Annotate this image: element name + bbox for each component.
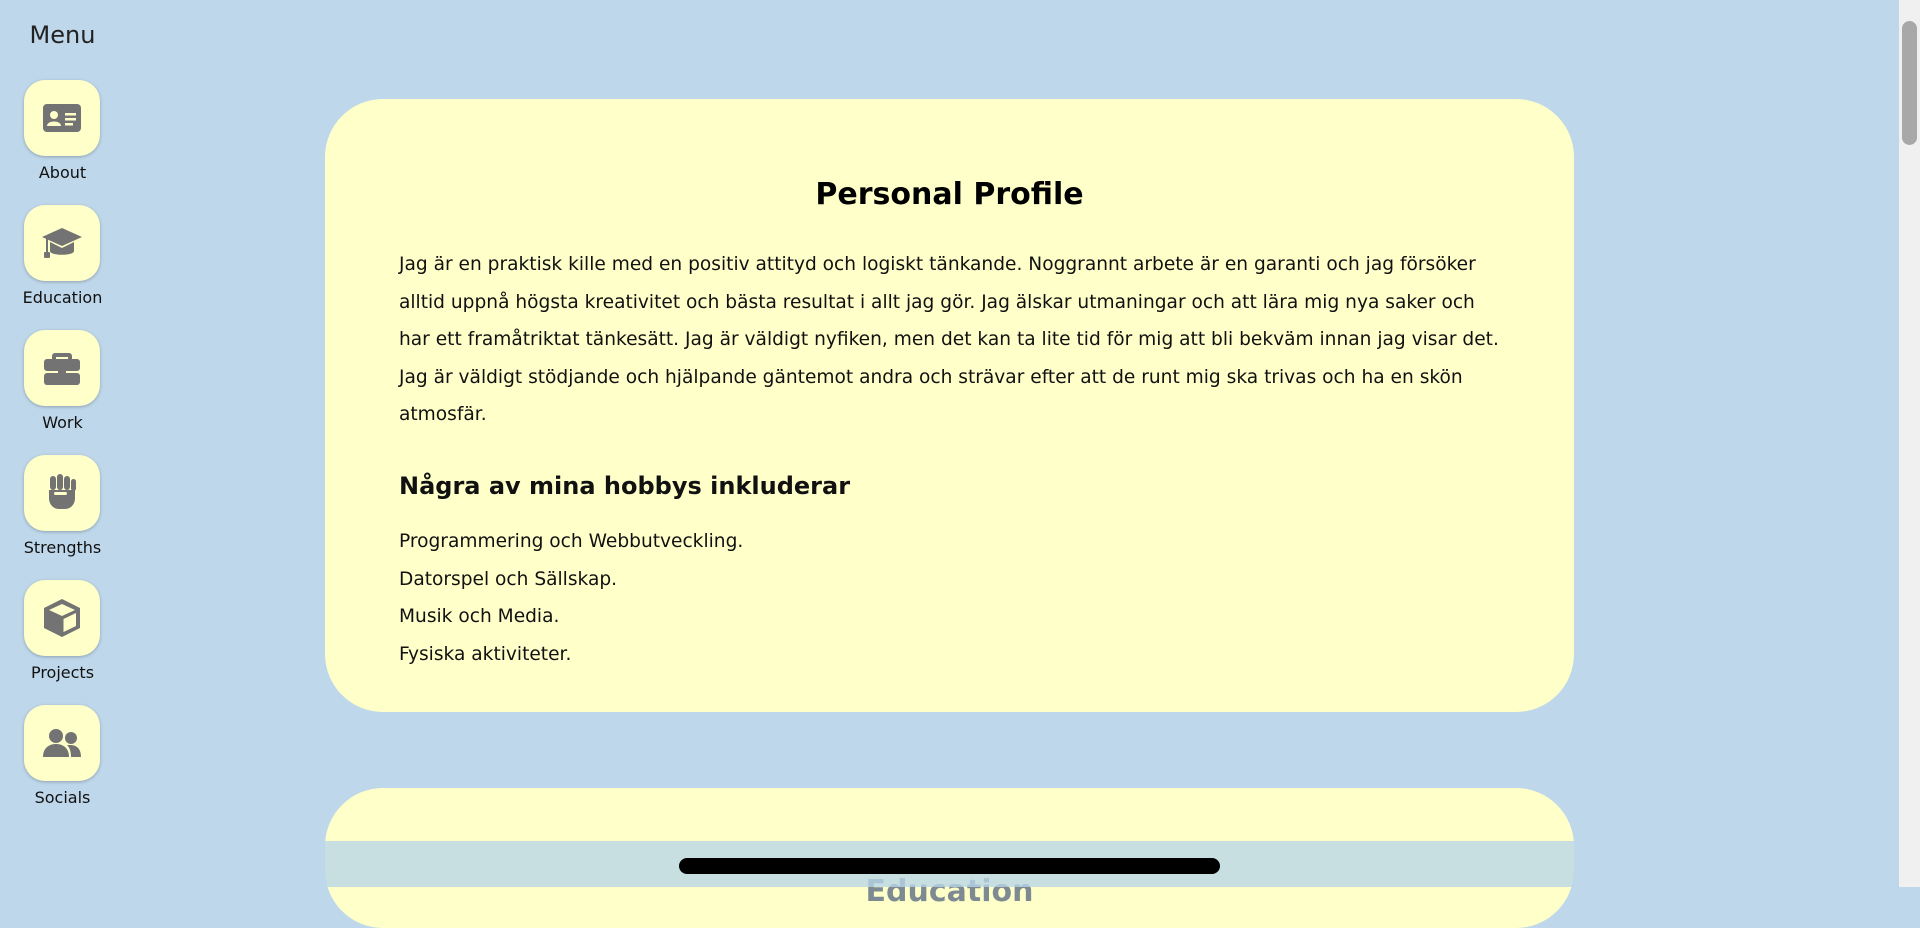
- vertical-scrollbar-thumb[interactable]: [1902, 21, 1917, 145]
- hobbies-heading: Några av mina hobbys inkluderar: [399, 472, 851, 500]
- briefcase-icon: [44, 353, 80, 385]
- id-card-icon: [43, 104, 81, 132]
- nav-label-socials: Socials: [34, 788, 91, 807]
- nav-item-socials[interactable]: Socials: [0, 705, 125, 821]
- hobbies-list: Programmering och Webbutveckling. Dators…: [399, 523, 743, 673]
- nav-item-about[interactable]: About: [0, 80, 125, 196]
- nav-tile-education[interactable]: [24, 205, 100, 281]
- nav-tile-work[interactable]: [24, 330, 100, 406]
- menu-title: Menu: [29, 21, 96, 49]
- hobby-item: Programmering och Webbutveckling.: [399, 531, 744, 552]
- nav-tile-socials[interactable]: [24, 705, 100, 781]
- home-indicator-bar[interactable]: [679, 858, 1220, 874]
- nav-item-education[interactable]: Education: [0, 205, 125, 321]
- profile-description: Jag är en praktisk kille med en positiv …: [399, 254, 1499, 425]
- nav-label-education: Education: [22, 288, 103, 307]
- nav-item-strengths[interactable]: Strengths: [0, 455, 125, 571]
- personal-profile-card: Personal Profile Jag är en praktisk kill…: [325, 99, 1574, 712]
- nav-label-about: About: [38, 163, 87, 182]
- nav-tile-projects[interactable]: [24, 580, 100, 656]
- fist-icon: [49, 474, 76, 509]
- hobby-item: Fysiska aktiviteter.: [399, 643, 572, 665]
- graduation-cap-icon: [42, 228, 82, 258]
- hobby-item: Musik och Media.: [399, 606, 560, 627]
- nav-tile-strengths[interactable]: [24, 455, 100, 531]
- cube-icon: [44, 599, 80, 637]
- users-icon: [43, 729, 81, 757]
- hobby-item: Datorspel och Sällskap.: [399, 568, 618, 590]
- nav-label-projects: Projects: [30, 663, 95, 682]
- nav-label-strengths: Strengths: [23, 538, 102, 557]
- nav-item-work[interactable]: Work: [0, 330, 125, 446]
- nav-tile-about[interactable]: [24, 80, 100, 156]
- nav-label-work: Work: [42, 413, 83, 432]
- nav-item-projects[interactable]: Projects: [0, 580, 125, 696]
- sidebar-menu: Menu About Education Work Strengths Proj…: [0, 0, 125, 887]
- profile-title: Personal Profile: [815, 177, 1084, 213]
